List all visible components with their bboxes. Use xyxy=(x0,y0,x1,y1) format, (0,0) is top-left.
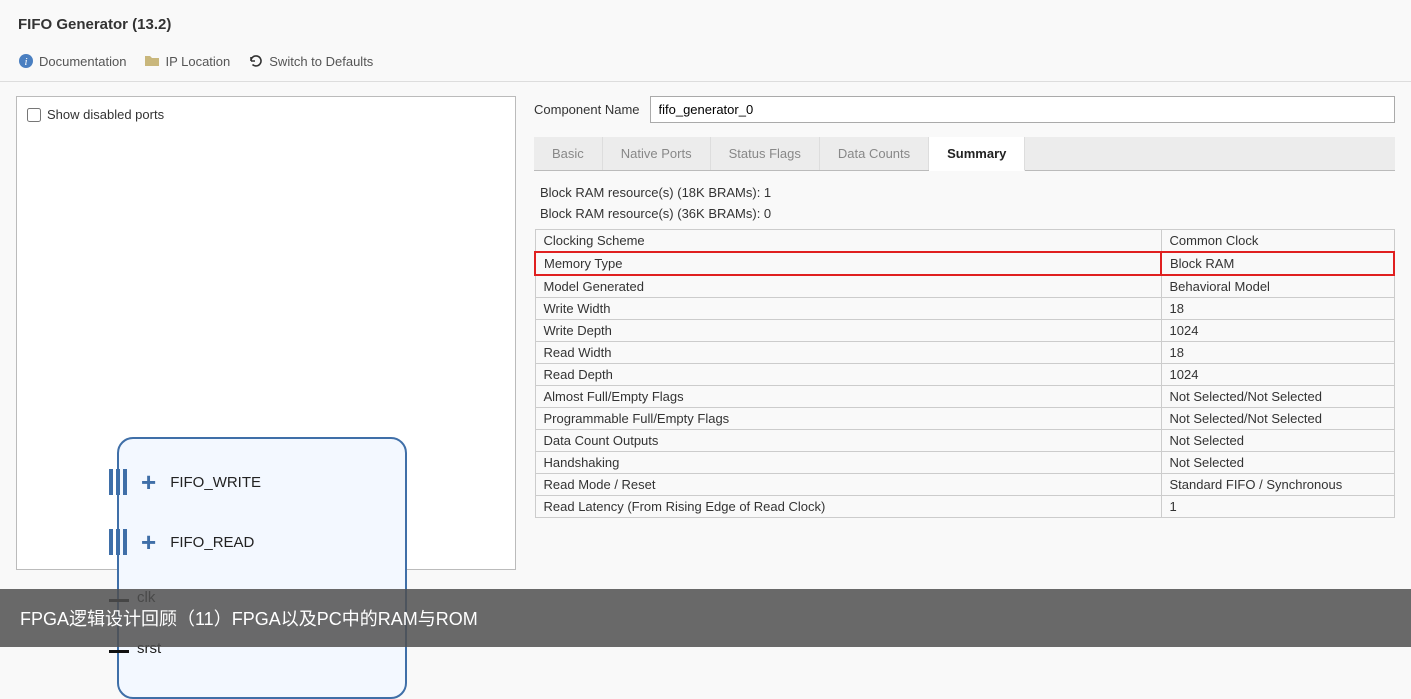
table-row: Read Width18 xyxy=(535,342,1394,364)
show-disabled-ports-row[interactable]: Show disabled ports xyxy=(27,107,505,122)
port-fifo-read[interactable]: + FIFO_READ xyxy=(137,529,387,555)
summary-key: Programmable Full/Empty Flags xyxy=(535,408,1161,430)
tab-summary[interactable]: Summary xyxy=(929,137,1025,171)
bram-36k-text: Block RAM resource(s) (36K BRAMs): 0 xyxy=(534,206,1395,221)
header: FIFO Generator (13.2) xyxy=(0,0,1411,45)
bus-rail-icon xyxy=(109,469,127,495)
tab-status-flags[interactable]: Status Flags xyxy=(711,137,820,170)
switch-defaults-label: Switch to Defaults xyxy=(269,54,373,69)
summary-value: Behavioral Model xyxy=(1161,275,1394,298)
summary-key: Read Latency (From Rising Edge of Read C… xyxy=(535,496,1161,518)
summary-key: Read Width xyxy=(535,342,1161,364)
folder-icon xyxy=(144,53,160,69)
table-row: HandshakingNot Selected xyxy=(535,452,1394,474)
summary-value: Common Clock xyxy=(1161,230,1394,253)
tab-basic[interactable]: Basic xyxy=(534,137,603,170)
summary-value: Standard FIFO / Synchronous xyxy=(1161,474,1394,496)
refresh-icon xyxy=(248,53,264,69)
bram-18k-text: Block RAM resource(s) (18K BRAMs): 1 xyxy=(534,185,1395,200)
show-disabled-ports-checkbox[interactable] xyxy=(27,108,41,122)
summary-value: Not Selected xyxy=(1161,430,1394,452)
table-row: Read Depth1024 xyxy=(535,364,1394,386)
component-name-label: Component Name xyxy=(534,102,640,117)
summary-key: Write Depth xyxy=(535,320,1161,342)
table-row: Almost Full/Empty FlagsNot Selected/Not … xyxy=(535,386,1394,408)
summary-key: Almost Full/Empty Flags xyxy=(535,386,1161,408)
svg-text:i: i xyxy=(24,56,27,68)
tab-native-ports[interactable]: Native Ports xyxy=(603,137,711,170)
table-row: Model GeneratedBehavioral Model xyxy=(535,275,1394,298)
summary-value: Not Selected/Not Selected xyxy=(1161,386,1394,408)
summary-value: Block RAM xyxy=(1161,252,1394,275)
summary-key: Data Count Outputs xyxy=(535,430,1161,452)
wire-icon xyxy=(109,650,129,653)
summary-key: Read Depth xyxy=(535,364,1161,386)
switch-defaults-button[interactable]: Switch to Defaults xyxy=(248,53,373,69)
expand-icon[interactable]: + xyxy=(141,469,156,495)
show-disabled-ports-label: Show disabled ports xyxy=(47,107,164,122)
summary-area: Block RAM resource(s) (18K BRAMs): 1 Blo… xyxy=(534,171,1395,518)
summary-value: 1 xyxy=(1161,496,1394,518)
table-row: Data Count OutputsNot Selected xyxy=(535,430,1394,452)
block-diagram: + FIFO_WRITE + FIFO_READ clk srst xyxy=(117,437,407,699)
info-icon: i xyxy=(18,53,34,69)
port-label: FIFO_WRITE xyxy=(170,474,261,491)
fifo-block: + FIFO_WRITE + FIFO_READ clk srst xyxy=(117,437,407,699)
summary-key: Read Mode / Reset xyxy=(535,474,1161,496)
port-label: FIFO_READ xyxy=(170,534,254,551)
page-title: FIFO Generator (13.2) xyxy=(18,16,1393,33)
content: Show disabled ports + FIFO_WRITE + FIFO_… xyxy=(0,82,1411,584)
summary-key: Model Generated xyxy=(535,275,1161,298)
table-row: Write Width18 xyxy=(535,298,1394,320)
table-row: Read Mode / ResetStandard FIFO / Synchro… xyxy=(535,474,1394,496)
summary-value: Not Selected/Not Selected xyxy=(1161,408,1394,430)
bus-rail-icon xyxy=(109,529,127,555)
expand-icon[interactable]: + xyxy=(141,529,156,555)
summary-table: Clocking SchemeCommon ClockMemory TypeBl… xyxy=(534,229,1395,518)
component-name-input[interactable] xyxy=(650,96,1396,123)
ip-location-button[interactable]: IP Location xyxy=(144,53,230,69)
port-fifo-write[interactable]: + FIFO_WRITE xyxy=(137,469,387,495)
table-row: Clocking SchemeCommon Clock xyxy=(535,230,1394,253)
documentation-label: Documentation xyxy=(39,54,126,69)
summary-key: Memory Type xyxy=(535,252,1161,275)
summary-key: Handshaking xyxy=(535,452,1161,474)
table-row: Write Depth1024 xyxy=(535,320,1394,342)
table-row: Programmable Full/Empty FlagsNot Selecte… xyxy=(535,408,1394,430)
summary-value: 1024 xyxy=(1161,320,1394,342)
left-panel: Show disabled ports + FIFO_WRITE + FIFO_… xyxy=(16,96,516,570)
table-row: Memory TypeBlock RAM xyxy=(535,252,1394,275)
summary-value: 18 xyxy=(1161,298,1394,320)
table-row: Read Latency (From Rising Edge of Read C… xyxy=(535,496,1394,518)
component-name-row: Component Name xyxy=(534,96,1395,123)
footer-caption: FPGA逻辑设计回顾（11）FPGA以及PC中的RAM与ROM xyxy=(0,589,1411,647)
tabs: Basic Native Ports Status Flags Data Cou… xyxy=(534,137,1395,171)
summary-value: 18 xyxy=(1161,342,1394,364)
tab-data-counts[interactable]: Data Counts xyxy=(820,137,929,170)
documentation-button[interactable]: i Documentation xyxy=(18,53,126,69)
right-panel: Component Name Basic Native Ports Status… xyxy=(534,96,1395,570)
toolbar: i Documentation IP Location Switch to De… xyxy=(0,45,1411,82)
summary-value: Not Selected xyxy=(1161,452,1394,474)
summary-key: Write Width xyxy=(535,298,1161,320)
footer-text: FPGA逻辑设计回顾（11）FPGA以及PC中的RAM与ROM xyxy=(20,605,478,631)
ip-location-label: IP Location xyxy=(165,54,230,69)
summary-value: 1024 xyxy=(1161,364,1394,386)
summary-key: Clocking Scheme xyxy=(535,230,1161,253)
